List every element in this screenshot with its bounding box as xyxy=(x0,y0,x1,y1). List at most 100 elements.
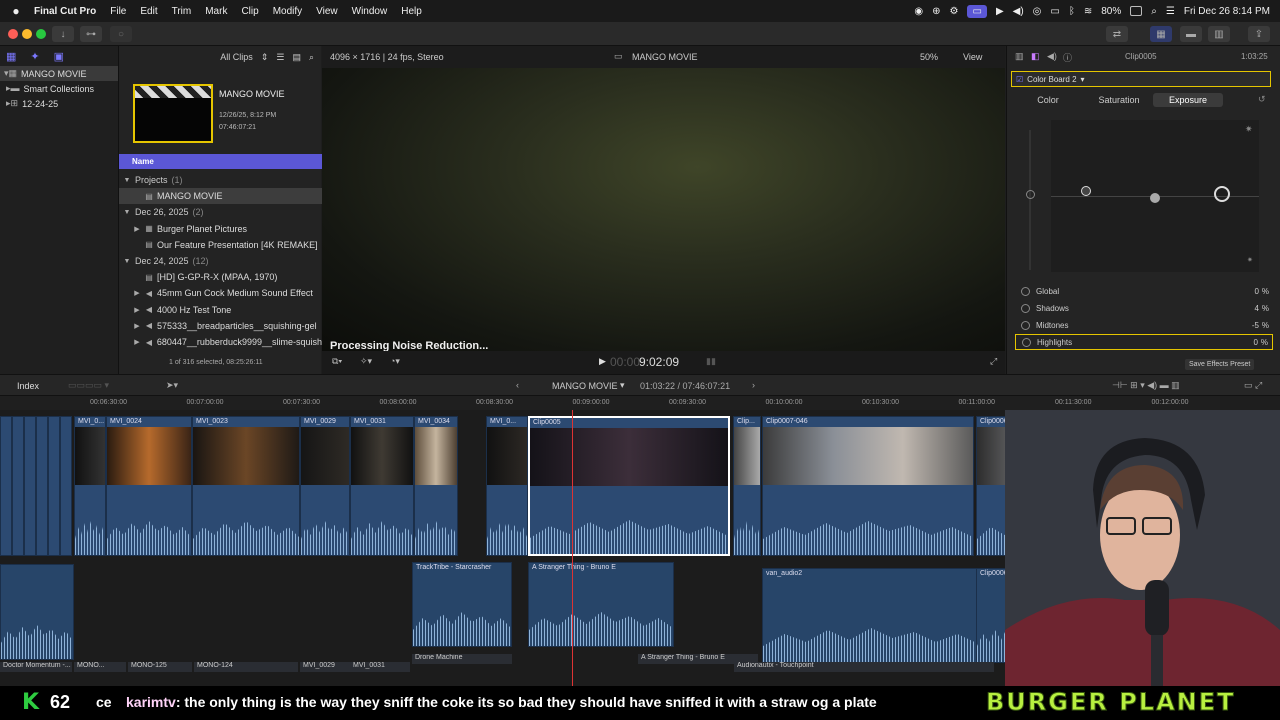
menu-edit[interactable]: Edit xyxy=(140,6,157,17)
highlights-puck[interactable] xyxy=(1214,186,1230,202)
audio-clip[interactable]: van_audio2 xyxy=(762,568,980,663)
background-tasks-button[interactable]: ○ xyxy=(110,26,132,42)
photos-icon[interactable]: ✦ xyxy=(30,50,39,63)
speed-icon[interactable]: ◔▾ xyxy=(390,356,400,367)
keywords-button[interactable]: ⊶ xyxy=(80,26,102,42)
video-clip[interactable] xyxy=(12,416,24,556)
record-icon[interactable]: ◉ xyxy=(914,6,923,17)
lane-clip[interactable]: MONO-124 xyxy=(194,662,298,672)
color-inspector-icon[interactable]: ◧ xyxy=(1031,51,1040,62)
checkbox-icon[interactable]: ☑ xyxy=(1016,75,1023,84)
zoom-dropdown[interactable]: 50% xyxy=(920,52,938,62)
lane-clip[interactable]: Drone Machine xyxy=(412,654,512,664)
exposure-value[interactable]: 0 xyxy=(1255,287,1259,296)
layout-browser-button[interactable]: ▦ xyxy=(1150,26,1172,42)
library-item-event[interactable]: ▸⊞ 12-24-25 xyxy=(0,96,118,111)
project-thumbnail[interactable] xyxy=(133,84,213,143)
titles-icon[interactable]: ▣ xyxy=(54,50,64,63)
tool-select-icon[interactable]: ➤▾ xyxy=(166,380,178,391)
lane-clip[interactable]: Doctor Momentum -... xyxy=(0,662,72,672)
play-icon[interactable]: ▶ xyxy=(599,356,606,367)
transform-icon[interactable]: ⧉▾ xyxy=(332,356,342,367)
libraries-icon[interactable]: ▦ xyxy=(6,50,16,63)
global-puck[interactable] xyxy=(1081,186,1091,196)
info-icon[interactable]: ⓘ xyxy=(1063,51,1072,64)
timeline-view-icon[interactable]: ▭ ⤢ xyxy=(1244,380,1262,391)
globe-icon[interactable]: ⊕ xyxy=(932,6,940,17)
layout-timeline-button[interactable]: ▬ xyxy=(1180,26,1202,42)
master-slider-thumb[interactable] xyxy=(1026,190,1035,199)
midtones-puck[interactable] xyxy=(1150,193,1160,203)
video-frame[interactable]: Processing Noise Reduction... xyxy=(322,68,1005,352)
tab-exposure[interactable]: Exposure xyxy=(1153,93,1223,107)
history-back-icon[interactable]: ‹ xyxy=(516,380,519,390)
list-item[interactable]: ▤ [HD] G-GP-R-X (MPAA, 1970) xyxy=(119,269,322,285)
timeline-project-name[interactable]: MANGO MOVIE xyxy=(552,381,618,391)
video-clip[interactable] xyxy=(24,416,36,556)
playhead[interactable] xyxy=(572,410,573,686)
index-button[interactable]: Index xyxy=(17,381,39,391)
clock[interactable]: Fri Dec 26 8:14 PM xyxy=(1184,6,1270,17)
disclosure-closed-icon[interactable]: ▶ xyxy=(131,338,143,346)
disclosure-open-icon[interactable]: ▼ xyxy=(121,209,133,216)
chevron-down-icon[interactable]: ▾ xyxy=(620,380,625,391)
lane-clip[interactable]: MONO-125 xyxy=(128,662,192,672)
library-item-smart-collections[interactable]: ▸▬ Smart Collections xyxy=(0,81,118,96)
import-button[interactable]: ↓ xyxy=(52,26,74,42)
display-icon[interactable]: ▭ xyxy=(1050,6,1059,17)
eye-icon[interactable]: ◎ xyxy=(1033,6,1042,17)
video-clip[interactable]: MVI_0029 xyxy=(300,416,350,556)
audio-clip-stack[interactable] xyxy=(0,564,74,660)
screen-share-icon[interactable]: ▭ xyxy=(967,4,987,18)
wifi-icon[interactable]: ≋ xyxy=(1084,6,1092,17)
menu-mark[interactable]: Mark xyxy=(205,6,227,17)
tab-color[interactable]: Color xyxy=(1021,93,1075,107)
video-clip[interactable]: MVI_0... xyxy=(74,416,106,556)
list-group[interactable]: ▼ Dec 24, 2025 (12) xyxy=(119,253,322,269)
disclosure-closed-icon[interactable]: ▶ xyxy=(131,322,143,330)
chevron-updown-icon[interactable]: ⇕ xyxy=(261,52,269,63)
video-clip[interactable]: MVI_0024 xyxy=(106,416,192,556)
gear-icon[interactable]: ⚙ xyxy=(950,6,959,17)
video-clip[interactable]: MVI_0034 xyxy=(414,416,458,556)
control-center-icon[interactable]: ☰ xyxy=(1166,6,1175,17)
lane-clip[interactable]: MVI_0031 xyxy=(350,662,410,672)
list-view-icon[interactable]: ☰ xyxy=(276,52,284,63)
close-window-button[interactable] xyxy=(8,29,18,39)
exposure-value[interactable]: 0 xyxy=(1254,338,1258,347)
exposure-row-global[interactable]: Global 0% xyxy=(1015,283,1273,299)
volume-icon[interactable]: ◀) xyxy=(1013,6,1024,17)
search-icon[interactable]: ⌕ xyxy=(1151,6,1157,17)
app-menu[interactable]: Final Cut Pro xyxy=(34,6,96,17)
apple-icon[interactable]: ● xyxy=(10,4,22,18)
view-dropdown[interactable]: View xyxy=(963,52,982,62)
video-clip[interactable]: Clip0005 xyxy=(528,416,730,556)
menu-file[interactable]: File xyxy=(110,6,126,17)
video-clip[interactable] xyxy=(48,416,60,556)
menu-view[interactable]: View xyxy=(316,6,338,17)
lane-clip[interactable]: MONO... xyxy=(74,662,126,672)
timecode-display[interactable]: 9:02:09 xyxy=(639,355,679,369)
history-forward-icon[interactable]: › xyxy=(752,380,755,390)
fullscreen-icon[interactable]: ⤢ xyxy=(990,356,997,367)
menu-modify[interactable]: Modify xyxy=(273,6,302,17)
menu-window[interactable]: Window xyxy=(352,6,388,17)
library-item-mango-movie[interactable]: ▾▦ MANGO MOVIE xyxy=(0,66,118,81)
enhance-icon[interactable]: ✧▾ xyxy=(360,356,372,367)
exposure-value[interactable]: -5 xyxy=(1252,321,1259,330)
edit-buttons-icon[interactable]: ▭▭▭▭ ▾ xyxy=(68,380,109,391)
lane-clip[interactable]: MVI_0029 xyxy=(300,662,350,672)
exposure-row-shadows[interactable]: Shadows 4% xyxy=(1015,300,1273,316)
timeline-ruler[interactable]: 00:06:30:00 00:07:00:00 00:07:30:00 00:08:0… xyxy=(0,396,1220,410)
clip-appearance-icon[interactable]: ▤ xyxy=(292,52,301,63)
list-item[interactable]: ▶ ◀ 4000 Hz Test Tone xyxy=(119,302,322,318)
save-effects-preset-button[interactable]: Save Effects Preset xyxy=(1185,359,1255,370)
effect-selector[interactable]: ☑ Color Board 2 ▾ xyxy=(1011,71,1271,87)
exposure-row-highlights[interactable]: Highlights 0% xyxy=(1015,334,1273,350)
menu-trim[interactable]: Trim xyxy=(172,6,192,17)
search-icon[interactable]: ⌕ xyxy=(309,52,314,63)
list-item[interactable]: ▶ ◀ 45mm Gun Cock Medium Sound Effect xyxy=(119,285,322,301)
video-clip[interactable]: MVI_0... xyxy=(486,416,528,556)
video-clip[interactable] xyxy=(60,416,72,556)
list-item[interactable]: ▤ MANGO MOVIE xyxy=(119,188,322,205)
